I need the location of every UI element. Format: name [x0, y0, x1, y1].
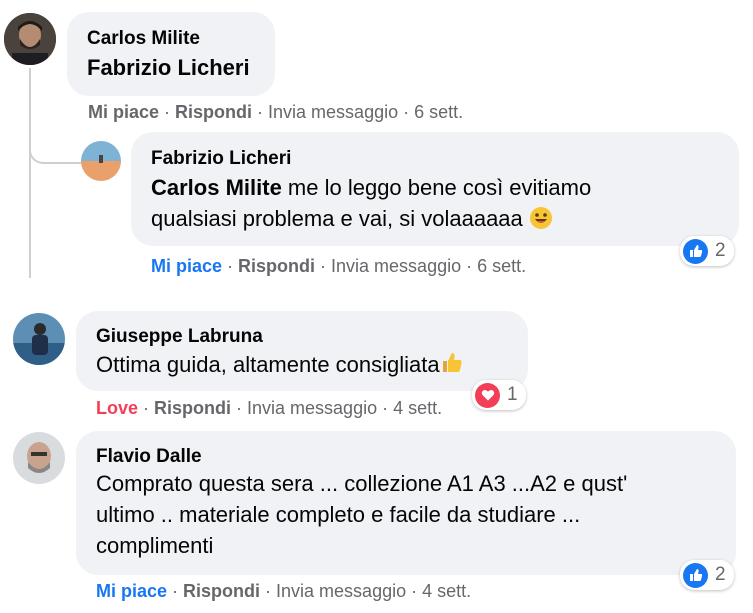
comment-author[interactable]: Carlos Milite — [87, 28, 200, 50]
thread-line-vertical — [29, 68, 31, 278]
avatar-giuseppe-labruna[interactable] — [13, 313, 65, 365]
love-button[interactable]: Love — [96, 398, 138, 418]
reaction-count-4[interactable]: 2 — [680, 560, 734, 590]
comment-bubble-4[interactable]: Flavio Dalle Comprato questa sera ... co… — [76, 431, 736, 575]
comment-actions-1: Mi piace · Rispondi · Invia messaggio · 6 sett… — [88, 102, 464, 122]
comment-text: Carlos Milite me lo leggo bene così evit… — [151, 172, 731, 238]
reply-button[interactable]: Rispondi — [154, 398, 231, 418]
send-message-link[interactable]: Invia messaggio — [247, 398, 377, 418]
send-message-link[interactable]: Invia messaggio — [331, 256, 461, 276]
timestamp[interactable]: 4 sett. — [422, 581, 471, 601]
heart-icon — [475, 382, 500, 408]
reply-button[interactable]: Rispondi — [175, 102, 252, 122]
comment-actions-4: Mi piace · Rispondi · Invia messaggio · 4 sett… — [96, 581, 472, 601]
comment-bubble-2[interactable]: Fabrizio Licheri Carlos Milite me lo leg… — [131, 132, 739, 246]
thread-line-curve — [29, 128, 81, 164]
comment-actions-3: Love · Rispondi · Invia messaggio · 4 sett. — [96, 398, 443, 418]
comment-author[interactable]: Giuseppe Labruna — [96, 326, 263, 348]
like-button[interactable]: Mi piace — [88, 102, 159, 122]
thumbs-up-icon — [683, 562, 708, 588]
reply-button[interactable]: Rispondi — [183, 581, 260, 601]
timestamp[interactable]: 4 sett. — [393, 398, 442, 418]
avatar-carlos-milite[interactable] — [4, 13, 56, 65]
reaction-count-2[interactable]: 2 — [680, 236, 734, 266]
comment-bubble-1[interactable]: Carlos Milite Fabrizio Licheri — [67, 12, 275, 96]
timestamp[interactable]: 6 sett. — [414, 102, 463, 122]
send-message-link[interactable]: Invia messaggio — [276, 581, 406, 601]
avatar-fabrizio-licheri[interactable] — [81, 141, 121, 181]
avatar-flavio-dalle[interactable] — [13, 432, 65, 484]
tagged-user[interactable]: Fabrizio Licheri — [87, 52, 250, 83]
comment-bubble-3[interactable]: Giuseppe Labruna Ottima guida, altamente… — [76, 311, 528, 391]
smiley-emoji — [529, 206, 553, 238]
reply-button[interactable]: Rispondi — [238, 256, 315, 276]
thumbs-up-icon — [683, 238, 708, 264]
thumbs-up-emoji — [440, 351, 464, 383]
like-button[interactable]: Mi piace — [151, 256, 222, 276]
comment-text: Comprato questa sera ... collezione A1 A… — [96, 471, 628, 558]
timestamp[interactable]: 6 sett. — [477, 256, 526, 276]
reaction-count-3[interactable]: 1 — [472, 380, 526, 410]
comment-author[interactable]: Flavio Dalle — [96, 446, 202, 468]
comment-author[interactable]: Fabrizio Licheri — [151, 148, 291, 170]
send-message-link[interactable]: Invia messaggio — [268, 102, 398, 122]
comment-actions-2: Mi piace · Rispondi · Invia messaggio · 6 sett… — [151, 256, 527, 276]
tagged-user[interactable]: Carlos Milite — [151, 175, 282, 200]
like-button[interactable]: Mi piace — [96, 581, 167, 601]
comment-text: Ottima guida, altamente consigliata — [96, 349, 464, 383]
